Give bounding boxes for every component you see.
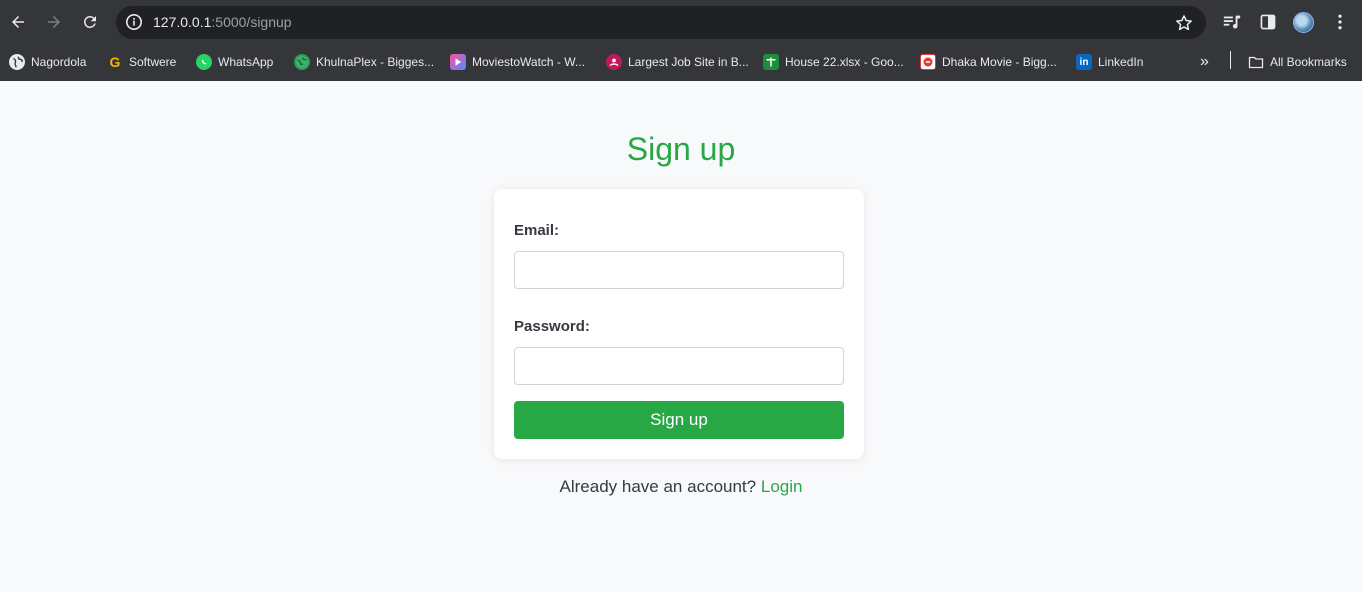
bookmark-label: LinkedIn (1098, 55, 1144, 69)
reload-button[interactable] (76, 8, 104, 36)
profile-avatar[interactable] (1293, 12, 1314, 33)
bookmark-moviestowatch[interactable]: MoviestoWatch - W... (450, 52, 585, 72)
bookmark-label: Softwere (129, 55, 177, 69)
bookmark-linkedin[interactable]: in LinkedIn (1076, 52, 1143, 72)
bookmarks-divider (1230, 51, 1231, 69)
password-field[interactable] (514, 347, 844, 385)
bookmark-label: Dhaka Movie - Bigg... (942, 55, 1057, 69)
password-label: Password: (514, 318, 590, 335)
bookmark-whatsapp[interactable]: WhatsApp (196, 52, 273, 72)
bookmarks-overflow-button[interactable]: » (1200, 52, 1209, 72)
play-icon (450, 54, 466, 70)
whatsapp-icon (196, 54, 212, 70)
bookmark-label: House 22.xlsx - Goo... (785, 55, 904, 69)
page-title: Sign up (626, 131, 736, 167)
bookmark-label: Largest Job Site in B... (628, 55, 749, 69)
job-site-icon (606, 54, 622, 70)
bookmark-label: MoviestoWatch - W... (472, 55, 585, 69)
bookmark-dhaka-movie[interactable]: Dhaka Movie - Bigg... (920, 52, 1057, 72)
reload-icon (83, 15, 96, 28)
globe-icon (9, 54, 25, 70)
forward-arrow-icon (48, 16, 60, 28)
media-controls-icon[interactable] (1221, 11, 1243, 33)
login-link[interactable]: Login (761, 477, 803, 496)
address-bar[interactable]: 127.0.0.1:5000/signup (116, 6, 1206, 39)
g-letter-icon: G (109, 54, 121, 70)
folder-icon (1248, 54, 1264, 70)
bookmarks-bar: Nagordola G Softwere WhatsApp KhulnaPlex… (0, 44, 1362, 81)
bookmark-job-site[interactable]: Largest Job Site in B... (606, 52, 749, 72)
browser-chrome: 127.0.0.1:5000/signup Nagordola G Softwe… (0, 0, 1362, 81)
url-host: 127.0.0.1 (153, 14, 212, 30)
more-menu-icon[interactable] (1329, 11, 1351, 33)
bookmark-house-sheet[interactable]: House 22.xlsx - Goo... (763, 52, 904, 72)
url-path: :5000/signup (211, 14, 292, 30)
address-url: 127.0.0.1:5000/signup (153, 14, 292, 30)
bookmark-nagordola[interactable]: Nagordola (9, 52, 86, 72)
login-prompt-line: Already have an account? Login (0, 477, 1362, 497)
forward-button[interactable] (40, 8, 68, 36)
chevron-double-right-icon: » (1200, 53, 1209, 70)
all-bookmarks-label: All Bookmarks (1270, 55, 1347, 69)
all-bookmarks-button[interactable]: All Bookmarks (1248, 52, 1347, 72)
sheets-icon (763, 54, 779, 70)
bookmark-softwere[interactable]: G Softwere (107, 52, 177, 72)
login-prompt-text: Already have an account? (559, 477, 757, 496)
side-panel-icon[interactable] (1257, 11, 1279, 33)
khulnaplex-icon (294, 54, 310, 70)
back-arrow-icon (12, 16, 24, 28)
bookmark-khulnaplex[interactable]: KhulnaPlex - Bigges... (294, 52, 434, 72)
email-field[interactable] (514, 251, 844, 289)
linkedin-icon: in (1076, 54, 1092, 70)
bookmark-label: WhatsApp (218, 55, 274, 69)
signup-button[interactable]: Sign up (514, 401, 844, 439)
browser-toolbar: 127.0.0.1:5000/signup (0, 0, 1362, 44)
email-label: Email: (514, 222, 560, 239)
bookmark-label: Nagordola (31, 55, 87, 69)
bookmark-star-icon[interactable] (1174, 13, 1194, 33)
dhaka-movie-icon (920, 54, 936, 70)
signup-form-card: Email: Password: Sign up (494, 189, 864, 459)
site-info-icon[interactable] (124, 12, 144, 32)
bookmark-label: KhulnaPlex - Bigges... (316, 55, 435, 69)
back-button[interactable] (4, 8, 32, 36)
